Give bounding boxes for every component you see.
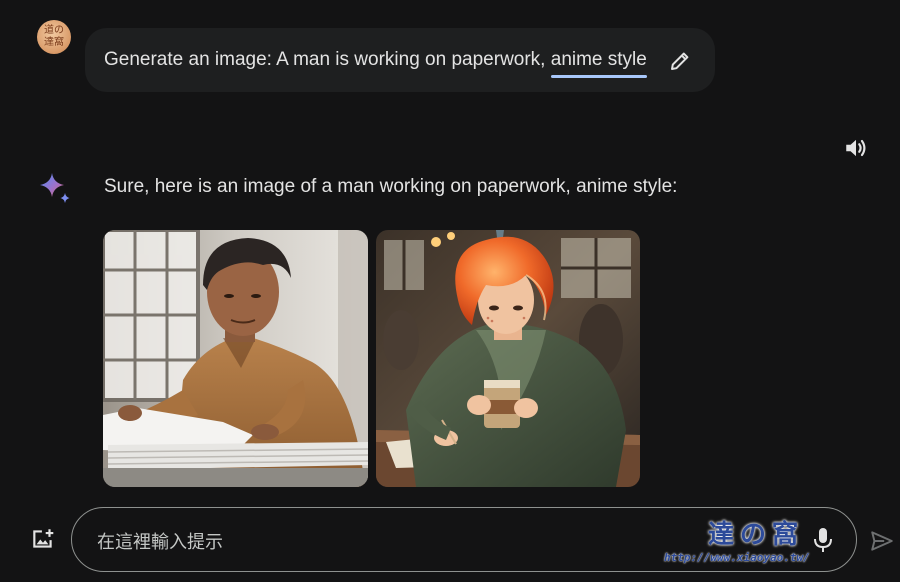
prompt-prefix: Generate an image: A man is working on p… — [104, 49, 551, 70]
read-aloud-button[interactable] — [842, 134, 870, 162]
anime-man-redhair-coffee-image — [376, 230, 640, 487]
add-image-button[interactable] — [30, 526, 56, 552]
watermark-url: http://www.xiaoyao.tw/ — [664, 551, 810, 564]
send-button[interactable] — [868, 527, 896, 555]
assistant-response-text: Sure, here is an image of a man working … — [104, 176, 678, 197]
prompt-highlight[interactable]: anime style — [551, 49, 647, 70]
prompt-input-placeholder[interactable]: 在這裡輸入提示 — [97, 528, 223, 554]
volume-icon — [846, 139, 866, 157]
generated-image-1[interactable] — [103, 230, 368, 487]
prompt-input-bar[interactable]: 在這裡輸入提示 達の窩 http://www.xiaoyao.tw/ — [71, 507, 857, 572]
avatar-line-2: 達窩 — [44, 37, 64, 48]
chat-page: 道の 達窩 Generate an image: A man is workin… — [0, 0, 900, 582]
photo-man-paperwork-image — [103, 230, 368, 487]
user-prompt-bubble: Generate an image: A man is working on p… — [85, 28, 715, 92]
sparkle-icon — [40, 173, 70, 203]
pencil-icon — [671, 52, 689, 70]
user-prompt-text: Generate an image: A man is working on p… — [104, 49, 647, 71]
assistant-avatar — [38, 171, 72, 205]
user-avatar: 道の 達窩 — [37, 20, 71, 54]
mic-icon — [814, 528, 832, 552]
avatar-line-1: 道の — [44, 25, 64, 36]
watermark-logo: 達の窩 — [707, 520, 804, 550]
microphone-button[interactable] — [809, 525, 837, 555]
edit-prompt-button[interactable] — [667, 48, 693, 74]
generated-image-2[interactable] — [376, 230, 640, 487]
add-image-icon — [33, 529, 54, 548]
send-icon — [871, 531, 893, 551]
watermark: 達の窩 http://www.xiaoyao.tw/ — [664, 514, 810, 566]
